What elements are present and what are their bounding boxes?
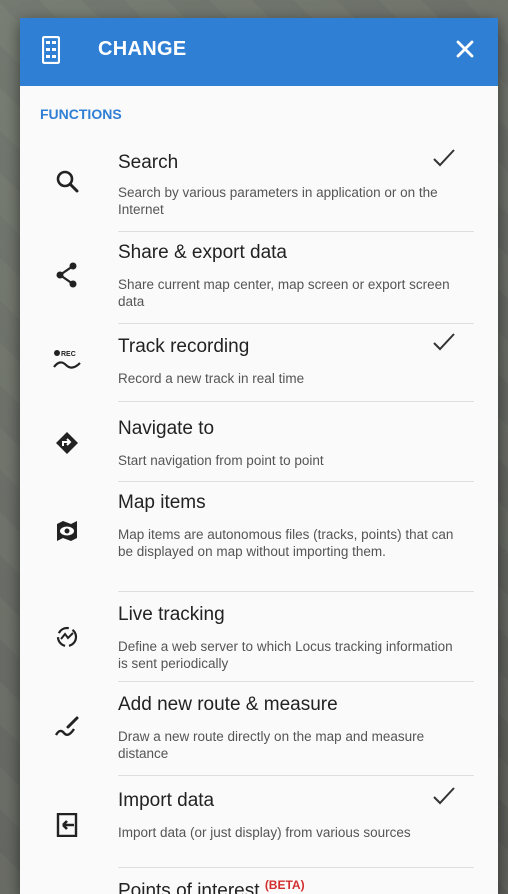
close-button[interactable] [450, 34, 480, 64]
item-title: Navigate to [118, 418, 215, 439]
list-item-search[interactable]: Search Search by various parameters in a… [20, 140, 498, 232]
navigate-icon [52, 428, 82, 458]
item-title: Import data [118, 790, 215, 811]
dialog-header: CHANGE [20, 18, 498, 86]
item-description: Share current map center, map screen or … [118, 277, 450, 309]
share-icon [52, 260, 82, 290]
list-item-map-items[interactable]: Map items Map items are autonomous files… [20, 482, 498, 592]
import-icon [52, 810, 82, 840]
item-description: Start navigation from point to point [118, 453, 324, 468]
section-title: FUNCTIONS [40, 106, 122, 122]
functions-list: Search Search by various parameters in a… [20, 140, 498, 894]
list-item-track-recording[interactable]: REC Track recording Record a new track i… [20, 324, 498, 402]
live-tracking-icon [52, 622, 82, 652]
item-title: Share & export data [118, 242, 287, 263]
change-dialog: CHANGE FUNCTIONS Search Search by variou… [20, 18, 498, 894]
list-item-points-of-interest[interactable]: Points of interest (BETA) [20, 868, 498, 894]
check-icon [433, 787, 455, 805]
panel-icon [42, 36, 60, 64]
dialog-title: CHANGE [98, 38, 187, 60]
item-description: Define a web server to which Locus track… [118, 639, 453, 671]
map-items-icon [52, 516, 82, 546]
check-icon [433, 333, 455, 351]
item-description: Record a new track in real time [118, 371, 305, 386]
list-item-share-export[interactable]: Share & export data Share current map ce… [20, 232, 498, 324]
item-title: Track recording [118, 336, 250, 357]
item-title: Search [118, 152, 179, 173]
route-measure-icon [52, 712, 82, 742]
beta-badge: (BETA) [264, 878, 305, 892]
item-title: Live tracking [118, 604, 225, 625]
item-title: Points of interest (BETA) [118, 878, 305, 894]
list-item-import-data[interactable]: Import data Import data (or just display… [20, 776, 498, 868]
item-description: Search by various parameters in applicat… [118, 185, 438, 217]
item-title: Add new route & measure [118, 694, 338, 715]
track-recording-icon: REC [52, 346, 82, 376]
item-title-text: Points of interest [118, 880, 260, 894]
svg-text:REC: REC [61, 351, 76, 358]
list-item-navigate-to[interactable]: Navigate to Start navigation from point … [20, 402, 498, 482]
item-description: Draw a new route directly on the map and… [118, 729, 425, 761]
list-item-add-route-measure[interactable]: Add new route & measure Draw a new route… [20, 682, 498, 776]
close-icon [456, 40, 474, 58]
list-item-live-tracking[interactable]: Live tracking Define a web server to whi… [20, 592, 498, 682]
check-icon [433, 149, 455, 167]
search-icon [52, 166, 82, 196]
item-description: Import data (or just display) from vario… [118, 825, 411, 840]
item-description: Map items are autonomous files (tracks, … [118, 527, 454, 559]
item-title: Map items [118, 492, 206, 513]
